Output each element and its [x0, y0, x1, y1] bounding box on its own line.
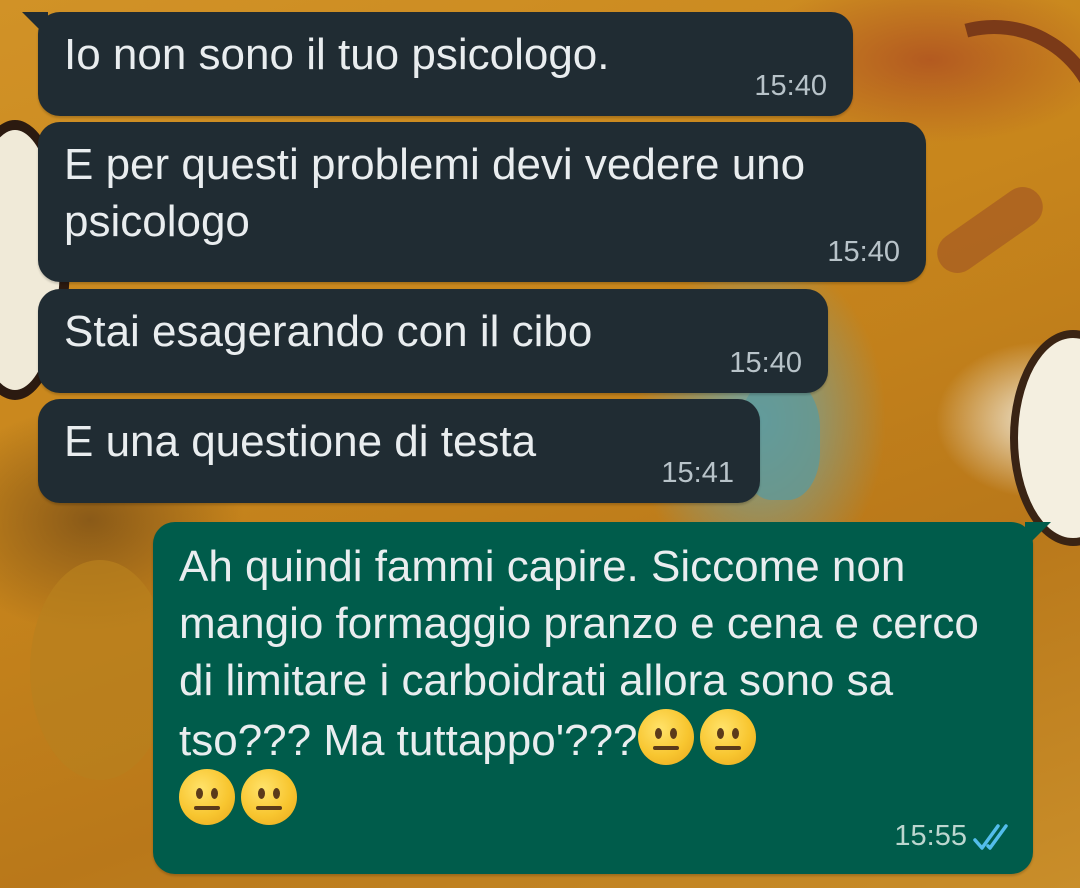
outgoing-message-bubble[interactable]: Ah quindi fammi capire. Siccome non mang…	[153, 522, 1051, 874]
message-text: Io non sono il tuo psicologo.	[64, 30, 610, 79]
neutral-face-emoji	[241, 769, 297, 825]
message-text: E una questione di testa	[64, 417, 537, 466]
neutral-face-emoji	[637, 709, 694, 765]
bubble-tail	[1025, 522, 1051, 548]
message-text: Stai esagerando con il cibo	[64, 307, 593, 356]
message-timestamp: 15:40	[754, 70, 827, 102]
double-check-icon	[973, 824, 1008, 850]
chat-messages: Io non sono il tuo psicologo. 15:40 E pe…	[0, 0, 1080, 888]
message-timestamp: 15:41	[661, 457, 734, 489]
message-timestamp: 15:40	[827, 236, 900, 268]
message-text: Ah quindi fammi capire. Siccome non mang…	[179, 538, 1005, 829]
message-text: E per questi problemi devi vedere uno ps…	[64, 140, 818, 246]
message-timestamp: 15:55	[894, 820, 967, 852]
incoming-message-bubble[interactable]: Stai esagerando con il cibo 15:40	[38, 289, 828, 393]
incoming-message-bubble[interactable]: E una questione di testa 15:41	[38, 399, 760, 503]
neutral-face-emoji	[699, 709, 756, 765]
incoming-message-bubble[interactable]: E per questi problemi devi vedere uno ps…	[38, 122, 926, 282]
incoming-message-bubble[interactable]: Io non sono il tuo psicologo. 15:40	[22, 12, 853, 116]
message-text-body: Ah quindi fammi capire. Siccome non mang…	[179, 542, 992, 765]
message-timestamp: 15:40	[729, 347, 802, 379]
bubble-tail	[22, 12, 48, 38]
neutral-face-emoji	[179, 769, 235, 825]
